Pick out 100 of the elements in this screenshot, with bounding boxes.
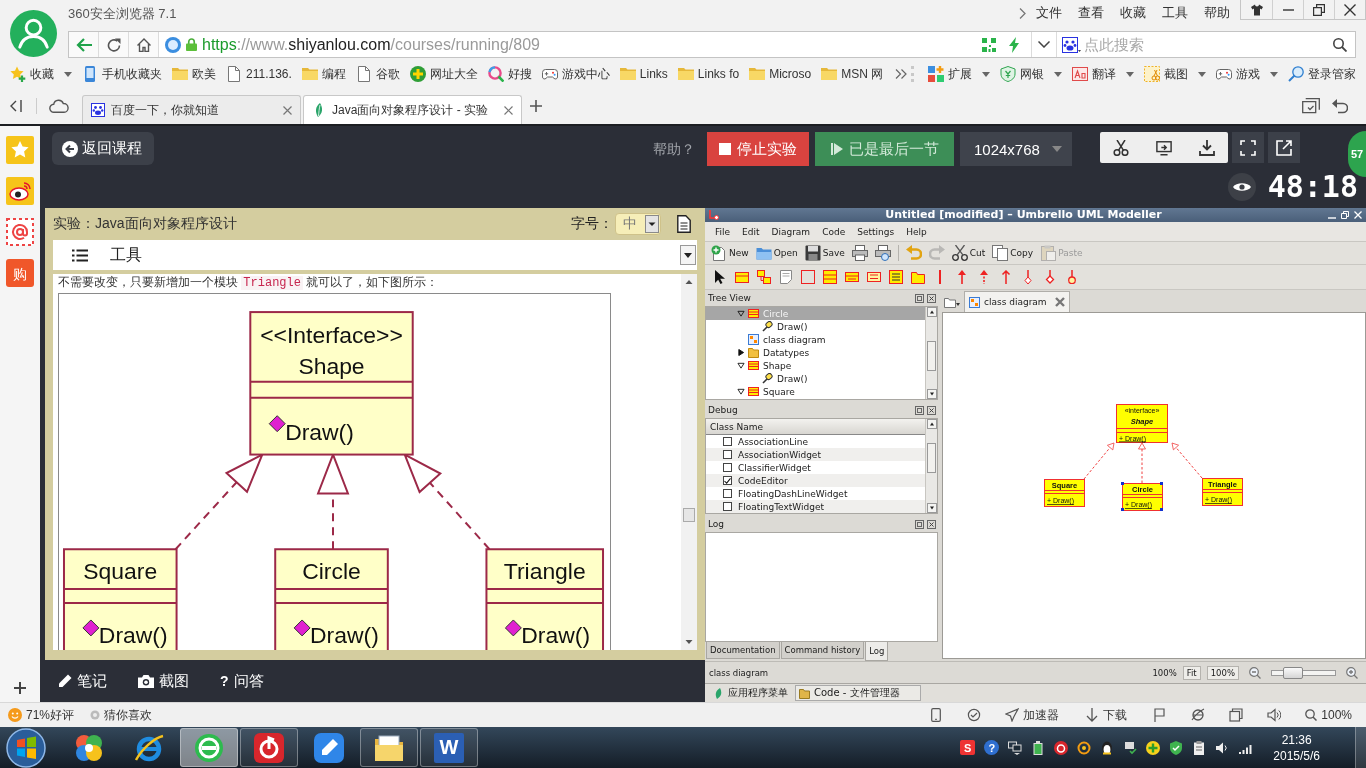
browser-tab[interactable]: 百度一下，你就知道	[82, 95, 301, 124]
scroll-down-icon[interactable]	[926, 389, 937, 399]
search-icon[interactable]	[1333, 37, 1347, 52]
close-icon[interactable]	[927, 405, 936, 415]
reload-button[interactable]	[99, 32, 129, 57]
tab-list-icon[interactable]	[1302, 98, 1320, 114]
music-disc-icon[interactable]	[1054, 740, 1069, 755]
target-icon[interactable]	[1077, 740, 1092, 755]
bookmark-item[interactable]: 211.136.	[226, 66, 292, 82]
plus-circle-icon[interactable]	[1146, 740, 1161, 755]
back-to-course-button[interactable]: 返回课程	[52, 132, 154, 165]
download-button[interactable]: 下载	[1085, 706, 1128, 724]
bookmark-item[interactable]: MSN 网	[821, 65, 884, 83]
ring-orbit-icon[interactable]	[1191, 708, 1206, 722]
document-icon[interactable]	[677, 215, 691, 233]
tree-item[interactable]: Square	[706, 385, 925, 398]
input-method-button[interactable]: S	[960, 740, 976, 755]
cloud-icon[interactable]	[49, 99, 69, 113]
window-icon[interactable]	[1229, 708, 1244, 722]
menu-item[interactable]: Edit	[737, 226, 765, 237]
menu-item[interactable]: Help	[901, 226, 932, 237]
bookmark-item[interactable]: 收藏	[10, 65, 72, 83]
debug-class-row[interactable]: AssociationLine	[706, 435, 925, 448]
speaker-icon[interactable]	[1267, 708, 1282, 722]
rating-text[interactable]: 71%好评	[26, 706, 75, 724]
diamond-arrow-icon[interactable]	[1021, 270, 1035, 284]
menu-item[interactable]: Code	[817, 226, 851, 237]
scrollbar[interactable]	[925, 419, 937, 513]
caret-down-icon[interactable]	[1054, 71, 1062, 77]
caret-down-icon[interactable]	[1126, 71, 1134, 77]
expanded-arrow-icon[interactable]	[737, 362, 745, 369]
menu-item[interactable]: 帮助	[1204, 5, 1230, 22]
home-button[interactable]	[129, 32, 159, 57]
notes-bar-button[interactable]: 截图	[138, 671, 189, 691]
notes-bar-button[interactable]: ? 问答	[220, 671, 264, 691]
copy-button[interactable]: Copy	[992, 243, 1034, 263]
print-button[interactable]	[851, 243, 868, 263]
clock-time[interactable]: 21:36	[1281, 731, 1312, 748]
cut-button[interactable]: Cut	[951, 243, 986, 263]
shield-icon[interactable]	[1169, 740, 1184, 755]
checkbox[interactable]	[723, 476, 732, 485]
clock-date[interactable]: 2015/5/6	[1273, 747, 1320, 764]
flag-icon[interactable]	[1153, 708, 1168, 722]
bookmark-item[interactable]: 手机收藏夹	[82, 65, 162, 83]
class-box[interactable]	[1202, 478, 1243, 506]
scrollbar[interactable]	[925, 307, 937, 399]
debug-class-row[interactable]: ClassifierWidget	[706, 461, 925, 474]
zoom-reset-button[interactable]: 100%	[1206, 665, 1239, 680]
taskbar-button[interactable]: Code - 文件管理器	[795, 685, 921, 701]
bookmark-item[interactable]: Links fo	[677, 66, 740, 82]
paw-icon[interactable]	[1062, 36, 1081, 53]
user-avatar-icon[interactable]	[10, 10, 57, 57]
help-link[interactable]: 帮助？	[653, 132, 695, 166]
bookmark-item[interactable]: 谷歌	[355, 65, 400, 83]
list-icon[interactable]	[72, 248, 88, 262]
chevron-right-icon[interactable]	[1019, 8, 1026, 19]
checkbox[interactable]	[723, 463, 732, 472]
datatype-icon[interactable]	[867, 270, 881, 284]
resolution-dropdown[interactable]: 1024x768	[960, 132, 1072, 166]
phone-icon[interactable]	[929, 708, 944, 722]
mail-tile-icon[interactable]	[6, 218, 34, 246]
box-icon[interactable]	[801, 270, 815, 284]
preview-button[interactable]	[874, 243, 891, 263]
caret-down-icon[interactable]	[64, 71, 72, 77]
eye-icon[interactable]	[1227, 173, 1256, 201]
bookmark-item[interactable]: 欧美	[172, 65, 216, 83]
dock-tab[interactable]: Documentation	[706, 642, 780, 659]
toolbar-dropdown-button[interactable]	[680, 245, 696, 265]
zoom-out-icon[interactable]	[1249, 666, 1261, 679]
square-check-icon[interactable]	[1123, 740, 1138, 755]
zoom-slider[interactable]	[1271, 669, 1336, 676]
collapsed-arrow-icon[interactable]	[737, 349, 745, 356]
close-icon[interactable]	[927, 293, 936, 303]
diamond-line-icon[interactable]	[1043, 270, 1057, 284]
extension-item[interactable]: 扩展	[928, 65, 990, 83]
open-button[interactable]: Open	[755, 243, 798, 263]
menu-item[interactable]: Diagram	[766, 226, 816, 237]
back-button[interactable]	[69, 32, 99, 57]
tree-item[interactable]: class diagram	[706, 333, 925, 346]
taskbar-button[interactable]: 应用程序菜单	[710, 685, 791, 701]
lightning-icon[interactable]	[1009, 36, 1019, 53]
checkbox[interactable]	[723, 437, 732, 446]
scrollbar-thumb[interactable]	[683, 508, 695, 522]
float-icon[interactable]	[915, 519, 924, 529]
fit-button[interactable]: Fit	[1182, 665, 1201, 680]
clipboard-icon[interactable]	[1192, 740, 1207, 755]
scrollbar-thumb[interactable]	[927, 341, 936, 371]
new-diagram-icon[interactable]	[944, 296, 960, 308]
accelerator-button[interactable]: 加速器	[1005, 706, 1060, 724]
battery-icon[interactable]	[1031, 740, 1046, 755]
browser-tab[interactable]: Java面向对象程序设计 - 实验	[303, 95, 522, 124]
close-icon[interactable]	[283, 105, 292, 115]
stop-lab-button[interactable]: 停止实验	[707, 132, 809, 166]
show-desktop-button[interactable]	[1355, 727, 1366, 768]
weibo-tile-icon[interactable]	[6, 177, 34, 205]
recommendation-link[interactable]: 猜你喜欢	[104, 706, 153, 724]
circle-line-icon[interactable]	[1065, 270, 1079, 284]
pointer-icon[interactable]	[713, 270, 727, 284]
close-icon[interactable]	[504, 105, 513, 115]
start-orb-icon[interactable]	[6, 727, 46, 768]
